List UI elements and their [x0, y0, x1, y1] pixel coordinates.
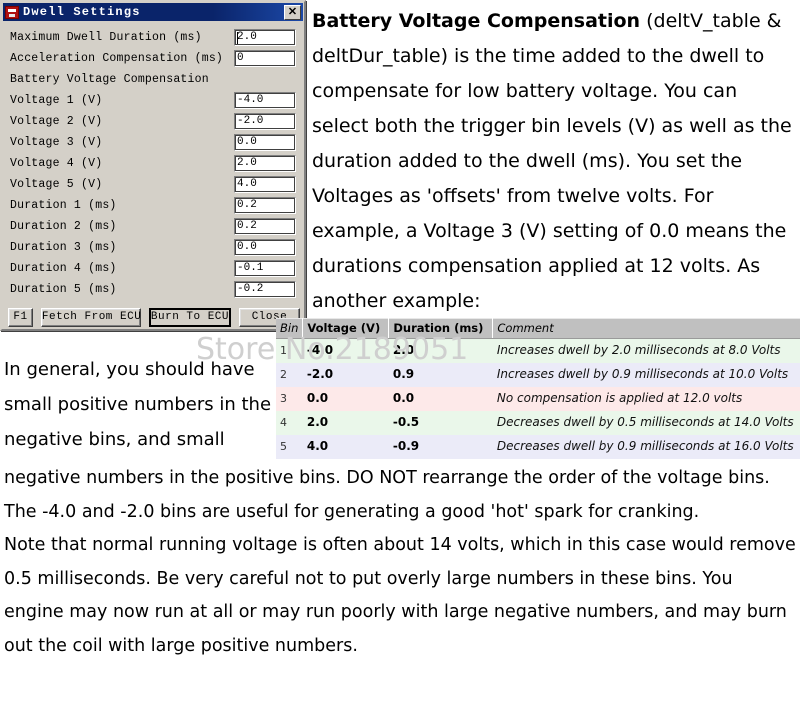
- cell-comment: Decreases dwell by 0.9 milliseconds at 1…: [492, 434, 800, 459]
- column-header-bin[interactable]: Bin: [276, 318, 304, 339]
- table-header-row: Bin Voltage (V) Duration (ms) Comment: [276, 318, 800, 339]
- field-row-acceleration-compensation: Acceleration Compensation (ms) 0: [10, 48, 296, 69]
- column-header-voltage[interactable]: Voltage (V): [302, 318, 390, 339]
- app-icon: [5, 5, 19, 19]
- table-row: 1 -4.0 2.0 Increases dwell by 2.0 millis…: [276, 338, 800, 363]
- table-row: 3 0.0 0.0 No compensation is applied at …: [276, 386, 800, 411]
- battery-voltage-compensation-label: Battery Voltage Compensation: [10, 73, 209, 86]
- duration-5-input[interactable]: -0.2: [234, 281, 296, 298]
- cell-bin: 5: [276, 434, 303, 459]
- article-bottom-paragraph-2: The -4.0 and -2.0 bins are useful for ge…: [4, 501, 700, 522]
- article-intro-rest: (deltV_table & deltDur_table) is the tim…: [312, 10, 792, 312]
- dialog-titlebar[interactable]: Dwell Settings ✕: [3, 3, 303, 21]
- cell-voltage: -4.0: [302, 338, 389, 363]
- field-row-voltage-4: Voltage 4 (V) 2.0: [10, 153, 296, 174]
- voltage-2-input[interactable]: -2.0: [234, 113, 296, 130]
- field-row-voltage-2: Voltage 2 (V) -2.0: [10, 111, 296, 132]
- article-left-note: In general, you should have small positi…: [4, 359, 272, 450]
- field-label: Duration 4 (ms): [10, 262, 117, 275]
- field-row-voltage-1: Voltage 1 (V) -4.0: [10, 90, 296, 111]
- table-row: 4 2.0 -0.5 Decreases dwell by 0.5 millis…: [276, 410, 800, 435]
- article-bottom-paragraph-1: negative numbers in the positive bins. D…: [4, 468, 770, 488]
- cell-bin: 3: [276, 386, 303, 411]
- field-row-duration-1: Duration 1 (ms) 0.2: [10, 195, 296, 216]
- acceleration-compensation-input[interactable]: 0: [234, 50, 296, 67]
- cell-duration: 0.9: [388, 362, 493, 387]
- duration-3-input[interactable]: 0.0: [234, 239, 296, 256]
- field-label: Acceleration Compensation (ms): [10, 52, 224, 65]
- article-bottom-block: negative numbers in the positive bins. D…: [4, 462, 796, 663]
- cell-voltage: -2.0: [302, 362, 389, 387]
- cell-voltage: 4.0: [302, 434, 389, 459]
- cell-duration: -0.5: [388, 410, 493, 435]
- field-label: Duration 2 (ms): [10, 220, 117, 233]
- dialog-title: Dwell Settings: [23, 5, 141, 19]
- voltage-1-input[interactable]: -4.0: [234, 92, 296, 109]
- voltage-5-input[interactable]: 4.0: [234, 176, 296, 193]
- field-label: Voltage 3 (V): [10, 136, 103, 149]
- field-label: Voltage 2 (V): [10, 115, 103, 128]
- field-label: Voltage 1 (V): [10, 94, 103, 107]
- burn-to-ecu-button[interactable]: Burn To ECU: [148, 308, 231, 327]
- field-label: Duration 3 (ms): [10, 241, 117, 254]
- duration-4-input[interactable]: -0.1: [234, 260, 296, 277]
- cell-duration: 2.0: [388, 338, 493, 363]
- cell-comment: Increases dwell by 0.9 milliseconds at 1…: [492, 362, 800, 387]
- cell-bin: 1: [276, 338, 303, 363]
- cell-voltage: 0.0: [302, 386, 389, 411]
- field-row-duration-4: Duration 4 (ms) -0.1: [10, 258, 296, 279]
- dwell-settings-dialog: Dwell Settings ✕ Maximum Dwell Duration …: [0, 0, 306, 331]
- article-bottom-paragraph-3: Note that normal running voltage is ofte…: [4, 535, 796, 656]
- cell-bin: 2: [276, 362, 303, 387]
- column-header-duration[interactable]: Duration (ms): [388, 318, 494, 339]
- cell-voltage: 2.0: [302, 410, 389, 435]
- field-label: Voltage 5 (V): [10, 178, 103, 191]
- field-label: Voltage 4 (V): [10, 157, 103, 170]
- cell-comment: No compensation is applied at 12.0 volts: [492, 386, 800, 411]
- dialog-body: Maximum Dwell Duration (ms) 2.0 Accelera…: [2, 21, 304, 300]
- duration-2-input[interactable]: 0.2: [234, 218, 296, 235]
- field-row-voltage-3: Voltage 3 (V) 0.0: [10, 132, 296, 153]
- article-heading: Battery Voltage Compensation: [312, 10, 641, 32]
- voltage-compensation-table: Bin Voltage (V) Duration (ms) Comment 1 …: [276, 318, 800, 459]
- field-label: Maximum Dwell Duration (ms): [10, 31, 202, 44]
- cell-duration: 0.0: [388, 386, 493, 411]
- cell-comment: Increases dwell by 2.0 milliseconds at 8…: [492, 338, 800, 363]
- field-row-maximum-dwell-duration: Maximum Dwell Duration (ms) 2.0: [10, 27, 296, 48]
- cell-comment: Decreases dwell by 0.5 milliseconds at 1…: [492, 410, 800, 435]
- close-icon[interactable]: ✕: [284, 4, 301, 20]
- article-intro-paragraph: Battery Voltage Compensation (deltV_tabl…: [312, 4, 794, 319]
- duration-1-input[interactable]: 0.2: [234, 197, 296, 214]
- voltage-3-input[interactable]: 0.0: [234, 134, 296, 151]
- f1-button[interactable]: F1: [8, 308, 33, 327]
- maximum-dwell-duration-input[interactable]: 2.0: [234, 29, 296, 46]
- cell-duration: -0.9: [388, 434, 493, 459]
- voltage-4-input[interactable]: 2.0: [234, 155, 296, 172]
- cell-bin: 4: [276, 410, 303, 435]
- field-row-duration-3: Duration 3 (ms) 0.0: [10, 237, 296, 258]
- field-row-duration-2: Duration 2 (ms) 0.2: [10, 216, 296, 237]
- column-header-comment[interactable]: Comment: [492, 318, 800, 339]
- field-row-voltage-5: Voltage 5 (V) 4.0: [10, 174, 296, 195]
- field-label: Duration 5 (ms): [10, 283, 117, 296]
- table-row: 2 -2.0 0.9 Increases dwell by 0.9 millis…: [276, 362, 800, 387]
- fetch-from-ecu-button[interactable]: Fetch From ECU: [40, 308, 141, 327]
- dialog-button-row: F1 Fetch From ECU Burn To ECU Close: [8, 308, 300, 327]
- table-row: 5 4.0 -0.9 Decreases dwell by 0.9 millis…: [276, 434, 800, 459]
- field-label: Duration 1 (ms): [10, 199, 117, 212]
- field-row-duration-5: Duration 5 (ms) -0.2: [10, 279, 296, 300]
